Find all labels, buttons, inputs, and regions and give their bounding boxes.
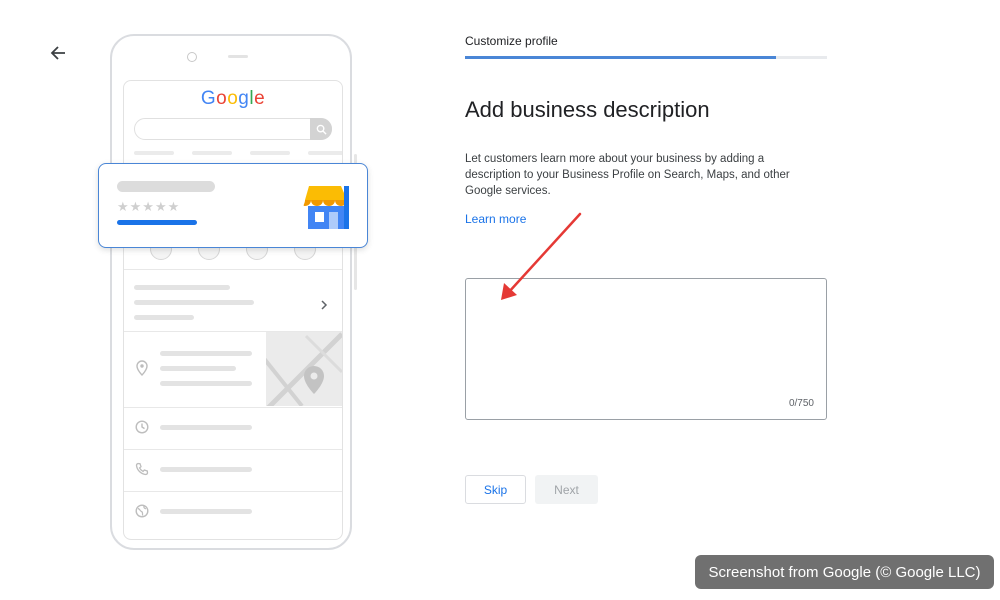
next-button[interactable]: Next <box>535 475 598 504</box>
globe-icon <box>135 504 149 518</box>
business-link-placeholder <box>117 220 197 225</box>
search-icon <box>316 124 327 135</box>
business-name-placeholder <box>117 181 215 192</box>
progress-bar <box>465 56 827 59</box>
phone-camera <box>187 52 197 62</box>
skip-button[interactable]: Skip <box>465 475 526 504</box>
page-title: Add business description <box>465 97 710 122</box>
progress-fill <box>465 56 777 59</box>
clock-icon <box>135 420 149 434</box>
back-arrow-icon <box>50 46 65 60</box>
learn-more-link[interactable]: Learn more <box>465 212 526 226</box>
mini-map <box>266 332 342 406</box>
phone-illustration: Google <box>110 34 357 550</box>
location-pin-icon <box>136 360 148 376</box>
character-counter: 0/750 <box>788 398 814 409</box>
mock-search-bar <box>134 118 332 140</box>
watermark-badge: Screenshot from Google (© Google LLC) <box>695 555 994 589</box>
mock-search-button <box>310 118 332 140</box>
storefront-icon <box>303 186 349 229</box>
phone-screen: Google <box>123 80 343 540</box>
description-text: Let customers learn more about your busi… <box>465 153 790 197</box>
phone-icon <box>135 462 149 476</box>
phone-speaker <box>228 55 248 58</box>
back-button[interactable] <box>46 41 70 65</box>
chevron-right-icon <box>321 300 328 310</box>
google-logo: Google <box>200 88 266 109</box>
business-card-illustration: ★★★★★ <box>98 163 368 248</box>
step-label: Customize profile <box>465 34 558 48</box>
rating-stars: ★★★★★ <box>117 199 181 214</box>
